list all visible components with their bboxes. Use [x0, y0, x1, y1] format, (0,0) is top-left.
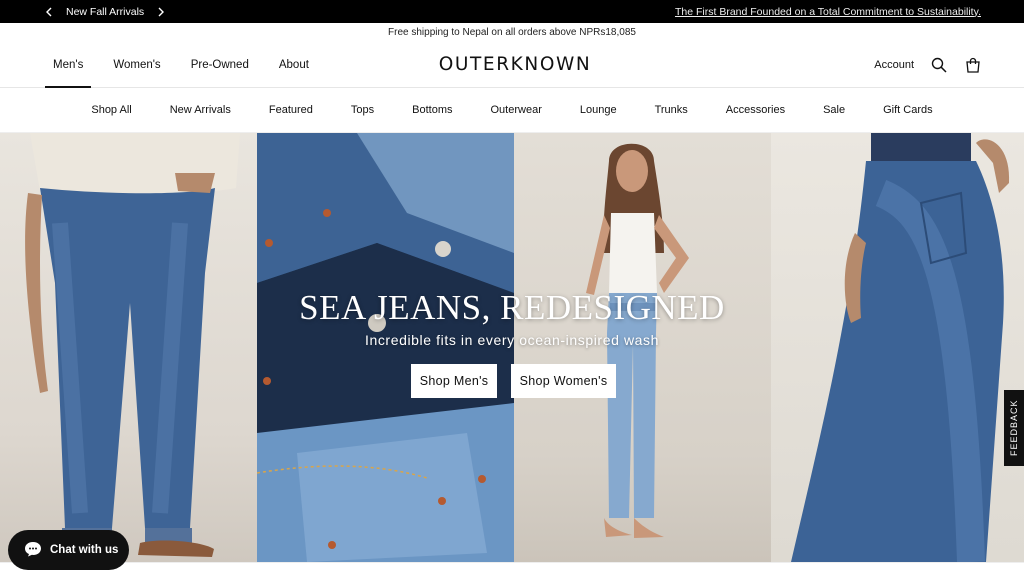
brand-logo[interactable]: OUTERKNOWN	[439, 53, 590, 75]
header-actions: Account	[874, 41, 982, 88]
announcement-text[interactable]: New Fall Arrivals	[66, 6, 144, 18]
subnav-accessories[interactable]: Accessories	[707, 104, 804, 116]
subnav-outerwear[interactable]: Outerwear	[472, 104, 561, 116]
shop-mens-button[interactable]: Shop Men's	[411, 364, 497, 398]
subnav-gift-cards[interactable]: Gift Cards	[864, 104, 952, 116]
account-link[interactable]: Account	[874, 59, 914, 71]
subnav-tops[interactable]: Tops	[332, 104, 393, 116]
announcement-carousel: New Fall Arrivals	[42, 0, 168, 23]
page-bottom-edge	[0, 562, 1024, 584]
search-icon[interactable]	[930, 56, 948, 74]
chevron-right-icon[interactable]	[154, 5, 168, 19]
nav-mens[interactable]: Men's	[45, 41, 92, 88]
hero-buttons: Shop Men's Shop Women's	[411, 364, 616, 398]
chat-with-us-button[interactable]: Chat with us	[8, 530, 129, 570]
site-header: Men's Women's Pre-Owned About OUTERKNOWN…	[0, 41, 1024, 88]
hero-subtitle: Incredible fits in every ocean-inspired …	[364, 332, 660, 348]
subnav-lounge[interactable]: Lounge	[561, 104, 636, 116]
announcement-bar: New Fall Arrivals The First Brand Founde…	[0, 0, 1024, 23]
feedback-tab[interactable]: FEEDBACK	[1004, 390, 1024, 466]
subnav-shop-all[interactable]: Shop All	[72, 104, 150, 116]
shipping-notice: Free shipping to Nepal on all orders abo…	[388, 26, 636, 38]
chevron-left-icon[interactable]	[42, 5, 56, 19]
main-nav: Men's Women's Pre-Owned About	[45, 41, 331, 88]
category-nav: Shop All New Arrivals Featured Tops Bott…	[0, 88, 1024, 133]
nav-about[interactable]: About	[271, 41, 317, 88]
shop-womens-button[interactable]: Shop Women's	[511, 364, 616, 398]
nav-womens[interactable]: Women's	[105, 41, 168, 88]
nav-pre-owned[interactable]: Pre-Owned	[183, 41, 257, 88]
sustainability-link[interactable]: The First Brand Founded on a Total Commi…	[675, 0, 981, 23]
chat-label: Chat with us	[50, 544, 119, 556]
subnav-featured[interactable]: Featured	[250, 104, 332, 116]
chat-bubble-icon	[24, 541, 42, 560]
shopping-bag-icon[interactable]	[964, 56, 982, 74]
subnav-new-arrivals[interactable]: New Arrivals	[151, 104, 250, 116]
hero-copy: SEA JEANS, REDESIGNED Incredible fits in…	[0, 288, 1024, 348]
subnav-bottoms[interactable]: Bottoms	[393, 104, 471, 116]
hero-title: SEA JEANS, REDESIGNED	[299, 288, 725, 327]
subnav-sale[interactable]: Sale	[804, 104, 864, 116]
hero-banner: SEA JEANS, REDESIGNED Incredible fits in…	[0, 133, 1024, 562]
page: New Fall Arrivals The First Brand Founde…	[0, 0, 1024, 584]
subnav-trunks[interactable]: Trunks	[636, 104, 707, 116]
